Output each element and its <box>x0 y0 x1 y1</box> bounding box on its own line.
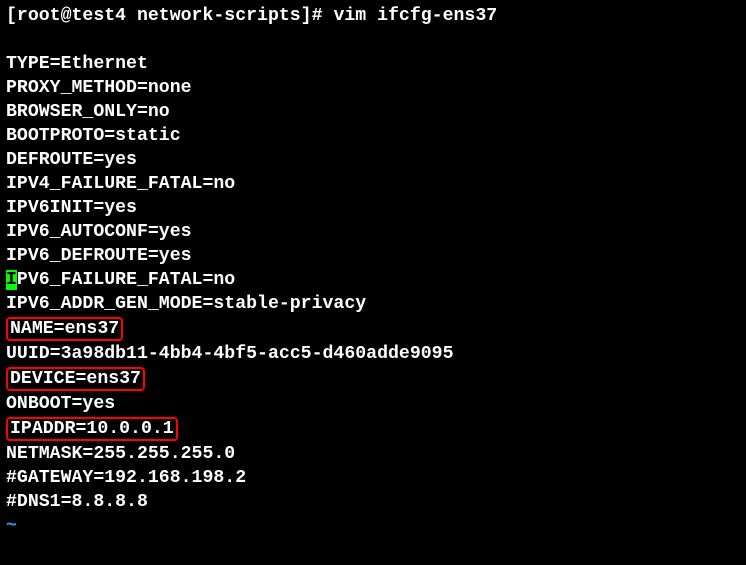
config-line-ipv6init: IPV6INIT=yes <box>6 196 740 220</box>
config-line-name: NAME=ens37 <box>6 316 740 342</box>
config-line-onboot: ONBOOT=yes <box>6 392 740 416</box>
blank-line <box>6 28 740 52</box>
highlight-box-name: NAME=ens37 <box>6 317 123 341</box>
config-line-type: TYPE=Ethernet <box>6 52 740 76</box>
shell-command: vim ifcfg-ens37 <box>333 6 497 26</box>
config-line-ipaddr: IPADDR=10.0.0.1 <box>6 416 740 442</box>
config-line-dns1: #DNS1=8.8.8.8 <box>6 490 740 514</box>
highlight-box-ipaddr: IPADDR=10.0.0.1 <box>6 417 178 441</box>
config-line-ipv6-defroute: IPV6_DEFROUTE=yes <box>6 244 740 268</box>
config-line-browser-only: BROWSER_ONLY=no <box>6 100 740 124</box>
config-text-rest: PV6_FAILURE_FATAL=no <box>17 270 235 290</box>
shell-prompt-line: [root@test4 network-scripts]# vim ifcfg-… <box>6 4 740 28</box>
config-line-proxy-method: PROXY_METHOD=none <box>6 76 740 100</box>
config-line-ipv6-addr-gen-mode: IPV6_ADDR_GEN_MODE=stable-privacy <box>6 292 740 316</box>
config-line-netmask: NETMASK=255.255.255.0 <box>6 442 740 466</box>
config-line-ipv6-autoconf: IPV6_AUTOCONF=yes <box>6 220 740 244</box>
config-line-device: DEVICE=ens37 <box>6 366 740 392</box>
highlight-box-device: DEVICE=ens37 <box>6 367 145 391</box>
config-line-ipv4-failure-fatal: IPV4_FAILURE_FATAL=no <box>6 172 740 196</box>
cursor: I <box>6 270 17 290</box>
vim-tilde-line: ~ <box>6 514 740 538</box>
config-line-bootproto: BOOTPROTO=static <box>6 124 740 148</box>
config-line-uuid: UUID=3a98db11-4bb4-4bf5-acc5-d460adde909… <box>6 342 740 366</box>
config-line-defroute: DEFROUTE=yes <box>6 148 740 172</box>
shell-prompt: [root@test4 network-scripts]# <box>6 6 333 26</box>
config-line-ipv6-failure-fatal: IPV6_FAILURE_FATAL=no <box>6 268 740 292</box>
config-line-gateway: #GATEWAY=192.168.198.2 <box>6 466 740 490</box>
